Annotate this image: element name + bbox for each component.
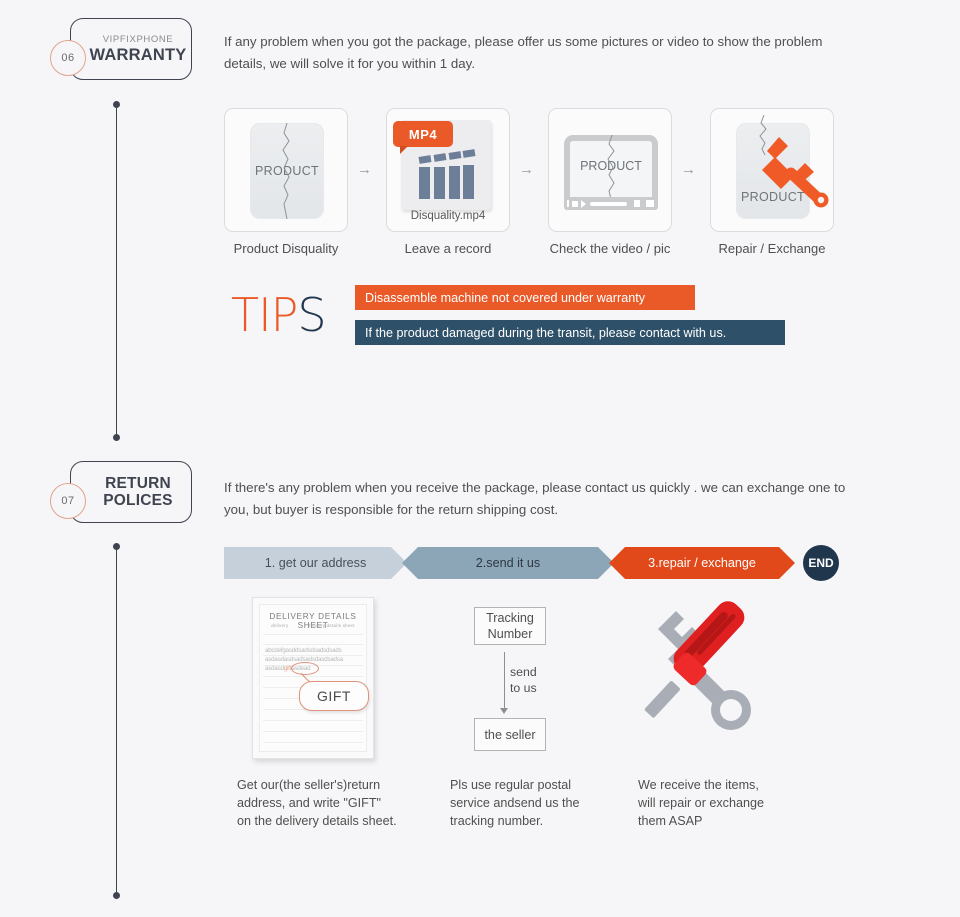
tracking-arrow-label-line1: send <box>510 665 537 679</box>
sheet-sub-left: delivery <box>271 623 289 628</box>
tools-repair-icon <box>644 601 751 730</box>
section-number-badge: 07 <box>50 483 86 519</box>
bottom-caption-1: Get our(the seller's)return address, and… <box>237 776 397 830</box>
the-seller-box: the seller <box>474 718 546 751</box>
video-controls-bar[interactable] <box>564 197 658 210</box>
tracking-number-box: Tracking Number <box>474 607 546 645</box>
flow-arrow-2 <box>519 161 534 178</box>
return-paragraph: If there's any problem when you receive … <box>224 480 846 517</box>
caption-2-line1: Pls use regular postal <box>450 778 572 792</box>
caption-2-line3: tracking number. <box>450 814 544 828</box>
tips-word-part1: TIP <box>231 288 298 342</box>
caption-3-line3: them ASAP <box>638 814 703 828</box>
video-frame: PRODUCT <box>564 135 658 203</box>
warranty-paragraph: If any problem when you got the package,… <box>224 34 823 71</box>
timeline-dot-bottom <box>113 434 120 441</box>
wrench-icon <box>762 137 829 208</box>
timeline-dot-top <box>113 101 120 108</box>
tracking-arrow-line <box>504 652 505 709</box>
tracking-arrow-label-line2: to us <box>510 681 537 695</box>
flow-arrow-3 <box>681 161 696 178</box>
flow-caption-4: Repair / Exchange <box>718 241 826 256</box>
tracking-arrow-head <box>500 708 508 714</box>
crack-icon <box>607 135 615 203</box>
section-title-plate: RETURN POLICES <box>70 461 192 523</box>
section-title-plate: VIPFIXPHONE WARRANTY <box>70 18 192 80</box>
flow-card-repair-exchange: PRODUCT <box>710 108 834 232</box>
caption-1-line3: on the delivery details sheet. <box>237 814 397 828</box>
brand-label: VIPFIXPHONE <box>102 34 174 45</box>
tips-word-part2: S <box>297 288 326 342</box>
section-title-line1: RETURN <box>105 475 171 492</box>
flow-arrow-1 <box>357 161 372 178</box>
step-chevron-send-it-us[interactable]: 2.send it us <box>402 547 614 579</box>
scribble-prefix: asdasd <box>265 665 284 672</box>
flow-card-product-disquality: PRODUCT <box>224 108 348 232</box>
bottom-caption-3: We receive the items, will repair or exc… <box>638 776 764 830</box>
stop-icon[interactable] <box>572 200 578 207</box>
section-title-line2: POLICES <box>103 492 173 509</box>
tracking-number-line2: Number <box>487 627 533 641</box>
caption-2-line2: service andsend us the <box>450 796 580 810</box>
caption-3-line2: will repair or exchange <box>638 796 764 810</box>
sheet-sub-right: delivery details sheet <box>307 623 355 628</box>
caption-1-line2: address, and write "GIFT" <box>237 796 382 810</box>
mp4-filename: Disquality.mp4 <box>410 210 486 222</box>
tracking-arrow-label: send to us <box>510 664 537 696</box>
timeline-connector-2 <box>113 543 120 899</box>
volume-icon[interactable] <box>634 200 640 207</box>
gift-callout-bubble: GIFT <box>299 681 369 711</box>
step-chevron-repair-exchange[interactable]: 3.repair / exchange <box>609 547 795 579</box>
step-chevron-get-address[interactable]: 1. get our address <box>224 547 407 579</box>
tip-bar-transit-notice: If the product damaged during the transi… <box>355 320 785 345</box>
fullscreen-icon[interactable] <box>646 200 654 207</box>
flow-card-leave-a-record: MP4 Disquality.mp4 <box>386 108 510 232</box>
video-progress-track[interactable] <box>590 201 627 206</box>
timeline-dot-bottom <box>113 892 120 899</box>
pause-icon[interactable] <box>567 200 569 207</box>
step-end-badge: END <box>803 545 839 581</box>
flow-card-check-the-video: PRODUCT <box>548 108 672 232</box>
timeline-dot-top <box>113 543 120 550</box>
tip-bar-warranty-notice: Disassemble machine not covered under wa… <box>355 285 695 310</box>
tips-wordmark: TIPS <box>231 292 327 338</box>
caption-1-line1: Get our(the seller's)return <box>237 778 381 792</box>
warranty-return-policy-page: 06 VIPFIXPHONE WARRANTY If any problem w… <box>0 0 960 917</box>
product-slab: PRODUCT <box>250 122 324 220</box>
section-title: WARRANTY <box>89 46 187 64</box>
section-number-badge: 06 <box>50 40 86 76</box>
tracking-number-line1: Tracking <box>486 611 534 625</box>
timeline-connector-1 <box>113 101 120 441</box>
crack-icon <box>282 122 290 220</box>
caption-3-line1: We receive the items, <box>638 778 759 792</box>
mp4-badge: MP4 <box>393 121 453 154</box>
bottom-caption-2: Pls use regular postal service andsend u… <box>450 776 580 830</box>
sheet-subtitle: delivery delivery details sheet <box>253 623 373 628</box>
play-icon[interactable] <box>581 199 586 208</box>
